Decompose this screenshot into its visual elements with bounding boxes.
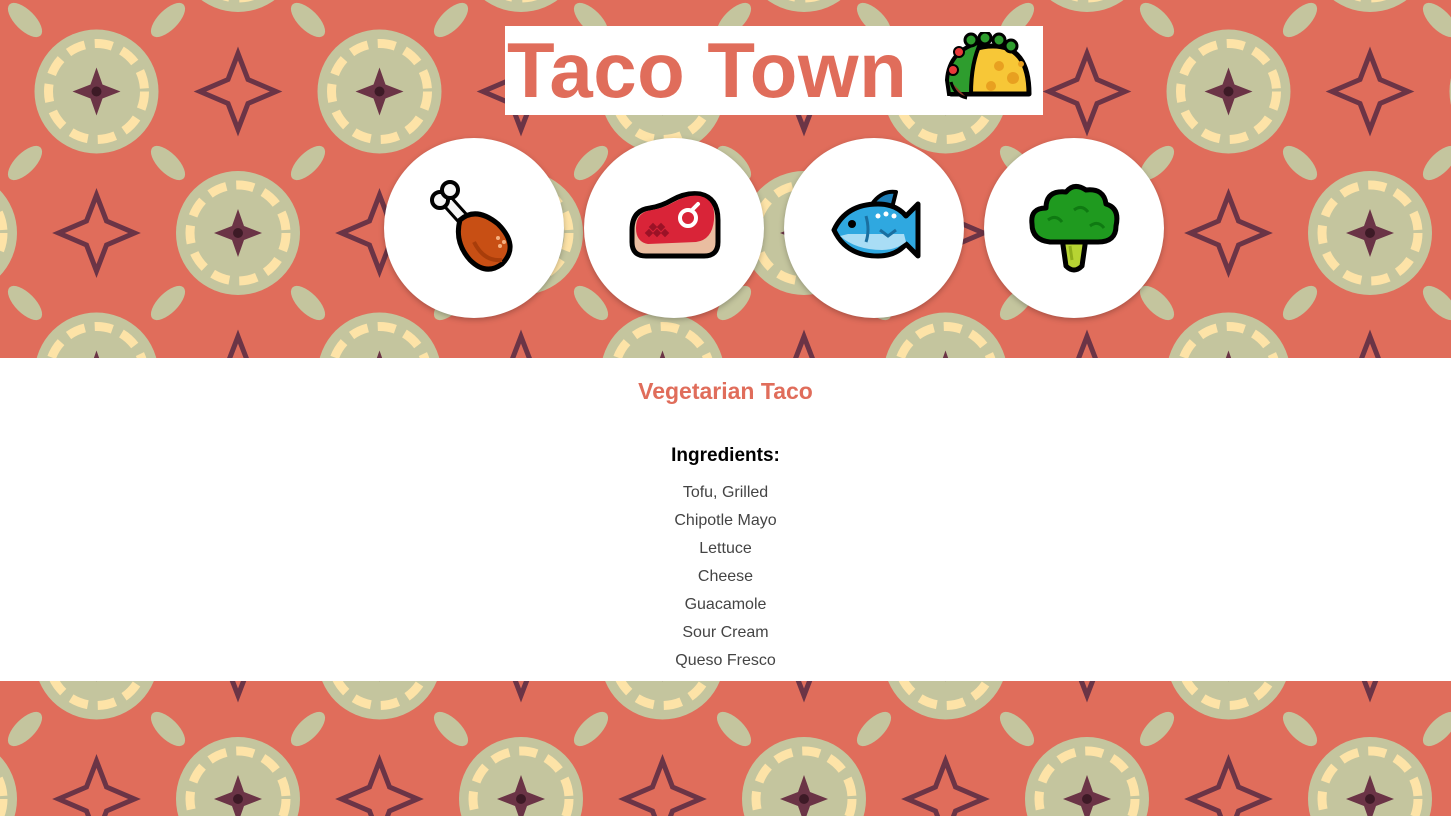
- ingredient-item: Chipotle Mayo: [674, 512, 777, 529]
- recipe-title: Vegetarian Taco: [638, 378, 813, 404]
- category-fish-button[interactable]: [784, 138, 964, 318]
- steak-icon: [629, 191, 721, 259]
- ingredient-item: Sour Cream: [682, 624, 769, 641]
- fish-icon: [831, 189, 921, 259]
- category-vegetarian-button[interactable]: [984, 138, 1164, 318]
- poultry-leg-icon: [430, 180, 513, 272]
- footer-pattern-background: [0, 681, 1451, 816]
- ingredient-list: Tofu, Grilled Chipotle Mayo Lettuce Chee…: [0, 484, 1451, 680]
- ingredient-item: Guacamole: [684, 596, 767, 613]
- recipe-panel: Vegetarian Taco Ingredients: Tofu, Grill…: [0, 358, 1451, 681]
- category-chicken-button[interactable]: [384, 138, 564, 318]
- ingredients-heading: Ingredients:: [671, 445, 780, 466]
- ingredient-item: Queso Fresco: [675, 652, 776, 669]
- ingredient-item: Cheese: [697, 568, 754, 585]
- ingredient-item: Lettuce: [699, 540, 752, 557]
- site-title-banner: Taco Town: [505, 26, 1043, 115]
- broccoli-icon: [1029, 184, 1120, 273]
- taco-icon: [941, 30, 1033, 113]
- ingredient-item: Tofu, Grilled: [682, 484, 769, 501]
- category-beef-button[interactable]: [584, 138, 764, 318]
- site-title: Taco Town: [507, 26, 908, 114]
